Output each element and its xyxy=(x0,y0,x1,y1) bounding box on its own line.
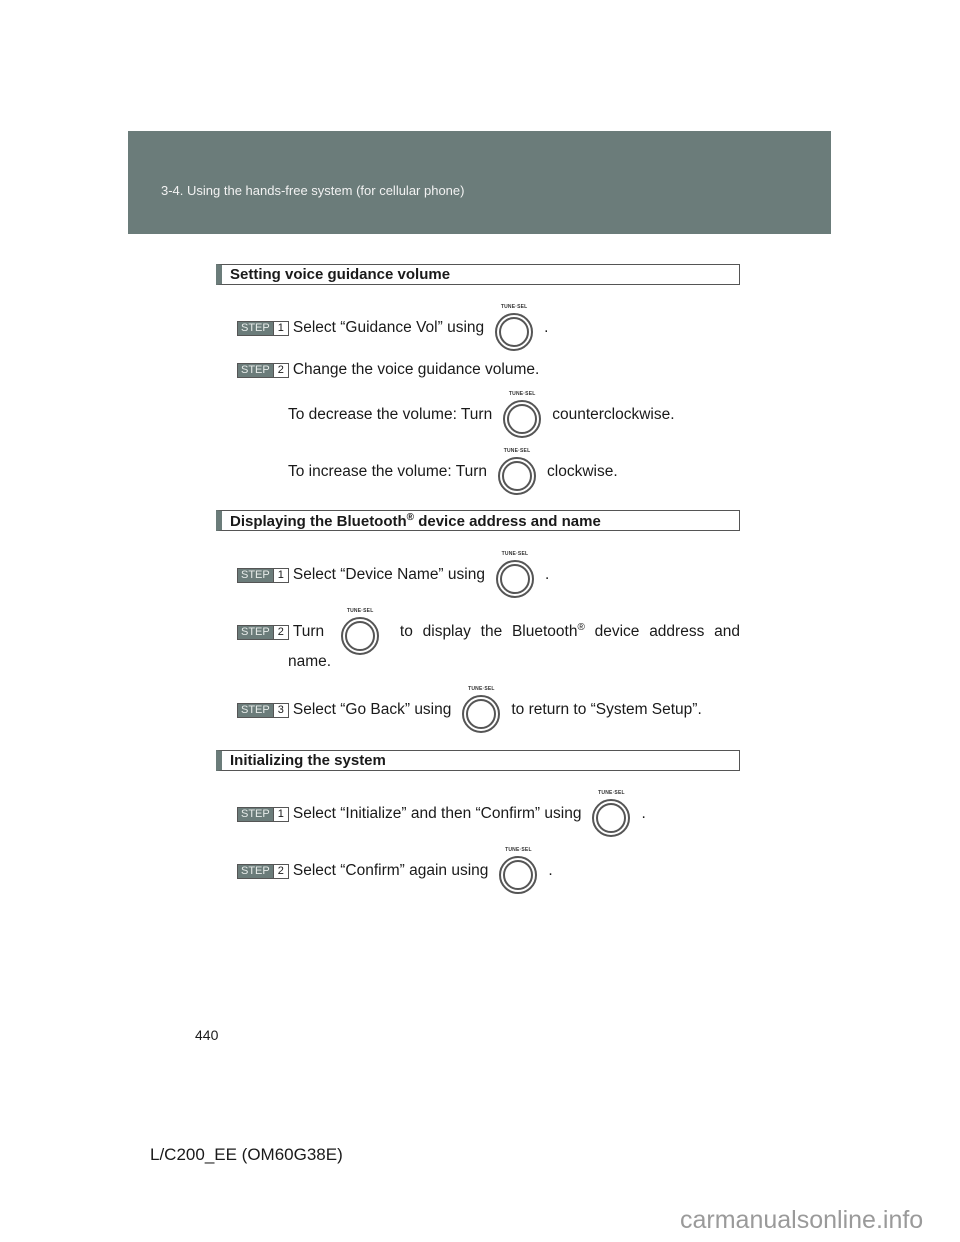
step-text: Select “Initialize” and then “Confirm” u… xyxy=(292,805,582,822)
step-row: STEP 3 Select “Go Back” using TUNE·SEL to… xyxy=(237,686,702,733)
title-part: device address and name xyxy=(414,513,601,530)
tune-sel-knob-icon: TUNE·SEL xyxy=(589,790,633,838)
section-title: Displaying the Bluetooth® device address… xyxy=(230,512,601,530)
section-title: Setting voice guidance volume xyxy=(230,266,451,283)
step-text: Select “Go Back” using xyxy=(292,701,452,718)
step-badge: STEP 1 xyxy=(237,567,289,583)
model-code: L/C200_EE (OM60G38E) xyxy=(150,1145,343,1164)
tune-sel-knob-icon: TUNE·SEL xyxy=(495,448,539,496)
section-heading-voice-volume: Setting voice guidance volume xyxy=(216,264,740,285)
step-badge: STEP 3 xyxy=(237,702,289,718)
step-badge: STEP 1 xyxy=(237,320,289,336)
knob-label: TUNE·SEL xyxy=(508,391,536,397)
step-badge: STEP 2 xyxy=(237,624,289,640)
step-text: . xyxy=(548,862,553,879)
watermark-link[interactable]: carmanualsonline.info xyxy=(680,1206,923,1235)
page-number: 440 xyxy=(195,1027,219,1043)
knob-label: TUNE·SEL xyxy=(598,790,625,796)
knob-label: TUNE·SEL xyxy=(505,847,532,853)
step-text: Bluetooth® xyxy=(512,622,585,641)
knob-label: TUNE·SEL xyxy=(500,304,528,310)
tune-sel-knob-icon: TUNE·SEL xyxy=(493,551,537,599)
title-part: Displaying the Bluetooth xyxy=(230,513,407,530)
step-text: Turn xyxy=(292,623,325,640)
step-row: STEP 1 Select “Device Name” using TUNE·SE… xyxy=(237,551,550,598)
registered-mark: ® xyxy=(406,512,415,523)
step-text: Change the voice guidance volume. xyxy=(292,361,540,378)
tune-sel-knob-icon: TUNE·SEL xyxy=(500,391,544,439)
instruction-text: To decrease the volume: Turn xyxy=(288,406,493,423)
step-text: address xyxy=(649,623,705,640)
knob-label: TUNE·SEL xyxy=(501,551,529,557)
knob-label: TUNE·SEL xyxy=(503,448,531,454)
step-text: display xyxy=(422,623,471,640)
section-heading-initialize: Initializing the system xyxy=(216,750,740,771)
step-row: STEP 1 Select “Guidance Vol” using TUNE·S… xyxy=(237,304,549,351)
section-heading-bluetooth-address: Displaying the Bluetooth® device address… xyxy=(216,510,740,531)
step-text: and xyxy=(714,623,740,640)
registered-mark: ® xyxy=(577,622,585,634)
step-row: STEP 2 Select “Confirm” again using TUNE·… xyxy=(237,847,553,894)
step-text: Select “Confirm” again using xyxy=(292,862,489,879)
sub-instruction-row: To decrease the volume: Turn TUNE·SEL co… xyxy=(288,391,675,438)
step-text: device xyxy=(594,623,640,640)
tune-sel-knob-icon: TUNE·SEL xyxy=(492,304,536,352)
tune-sel-knob-icon: TUNE·SEL xyxy=(496,847,540,895)
step-badge: STEP 2 xyxy=(237,362,289,378)
step-text: Select “Device Name” using xyxy=(292,566,485,583)
sub-instruction-row: To increase the volume: Turn TUNE·SEL cl… xyxy=(288,448,618,495)
step-text: Select “Guidance Vol” using xyxy=(292,319,485,336)
step-text: name. xyxy=(288,653,332,670)
knob-label: TUNE·SEL xyxy=(468,686,495,692)
section-title: Initializing the system xyxy=(230,752,386,769)
step-text: to xyxy=(399,623,413,640)
step-row: STEP 1 Select “Initialize” and then “Conf… xyxy=(237,790,646,837)
instruction-text: clockwise. xyxy=(547,463,618,480)
tune-sel-knob-icon: TUNE·SEL xyxy=(338,608,382,656)
step-continuation: name. xyxy=(288,642,331,682)
step-text: . xyxy=(544,319,549,336)
instruction-text: counterclockwise. xyxy=(552,406,675,423)
step-badge: STEP 1 xyxy=(237,806,289,822)
step-text: to return to “System Setup”. xyxy=(511,701,702,718)
knob-label: TUNE·SEL xyxy=(346,608,374,614)
step-text: . xyxy=(641,805,646,822)
step-row: STEP 2 Change the voice guidance volume. xyxy=(237,350,539,390)
step-text: the xyxy=(480,623,503,640)
step-badge: STEP 2 xyxy=(237,863,289,879)
step-text: . xyxy=(544,566,550,583)
instruction-text: To increase the volume: Turn xyxy=(288,463,488,480)
tune-sel-knob-icon: TUNE·SEL xyxy=(459,686,503,734)
chapter-header-band: 3-4. Using the hands-free system (for ce… xyxy=(128,131,831,234)
chapter-title: 3-4. Using the hands-free system (for ce… xyxy=(161,183,465,198)
bluetooth-word: Bluetooth xyxy=(511,623,578,641)
